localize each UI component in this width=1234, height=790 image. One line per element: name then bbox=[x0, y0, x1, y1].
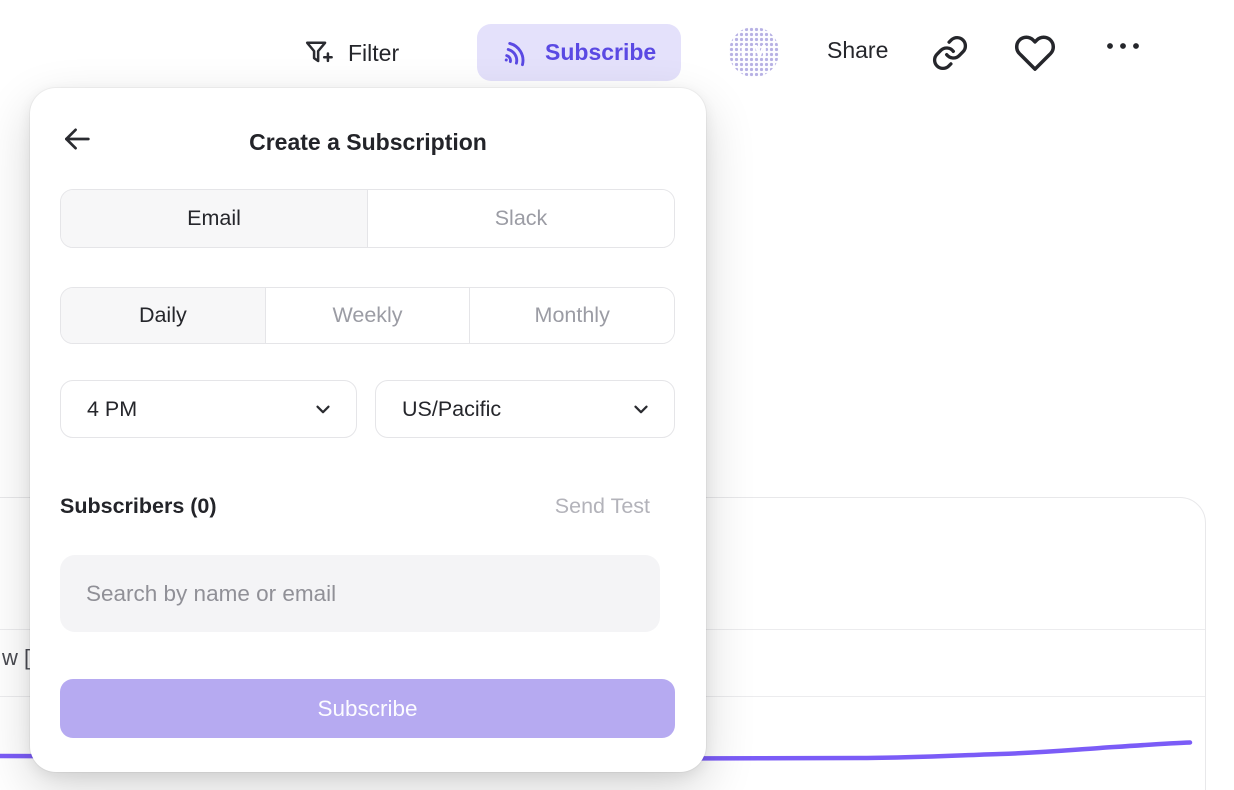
subscribe-submit-button[interactable]: Subscribe bbox=[60, 679, 675, 738]
tab-daily[interactable]: Daily bbox=[61, 288, 265, 343]
subscriber-search-input[interactable] bbox=[60, 555, 660, 632]
modal-title: Create a Subscription bbox=[30, 129, 706, 156]
rss-icon bbox=[499, 34, 535, 70]
ellipsis-icon bbox=[1105, 40, 1141, 52]
time-select-value: 4 PM bbox=[87, 397, 137, 422]
copy-link-button[interactable] bbox=[930, 33, 970, 73]
send-test-button[interactable]: Send Test bbox=[555, 494, 650, 519]
timezone-select[interactable]: US/Pacific bbox=[375, 380, 675, 438]
share-button[interactable]: Share bbox=[827, 37, 888, 64]
link-icon bbox=[930, 33, 970, 73]
page: w [ Filter Subscribe LM Share bbox=[0, 0, 1234, 790]
timezone-select-value: US/Pacific bbox=[402, 397, 501, 422]
frequency-tab-group: Daily Weekly Monthly bbox=[60, 287, 675, 344]
subscribe-toolbar-button[interactable]: Subscribe bbox=[477, 24, 681, 81]
avatar-initials: LM bbox=[741, 42, 768, 63]
channel-tab-group: Email Slack bbox=[60, 189, 675, 248]
tab-email[interactable]: Email bbox=[61, 190, 367, 247]
chevron-down-icon bbox=[630, 398, 652, 420]
subscribers-count-label: Subscribers (0) bbox=[60, 494, 217, 519]
avatar[interactable]: LM bbox=[729, 27, 779, 77]
background-clipped-text: w [ bbox=[2, 645, 30, 671]
subscribe-toolbar-label: Subscribe bbox=[545, 39, 656, 66]
filter-button[interactable]: Filter bbox=[303, 31, 399, 75]
share-label: Share bbox=[827, 37, 888, 64]
tab-weekly[interactable]: Weekly bbox=[265, 288, 470, 343]
favorite-button[interactable] bbox=[1014, 32, 1056, 74]
more-menu-button[interactable] bbox=[1105, 40, 1141, 52]
filter-label: Filter bbox=[348, 40, 399, 67]
filter-plus-icon bbox=[303, 37, 334, 70]
heart-icon bbox=[1014, 32, 1056, 74]
time-select[interactable]: 4 PM bbox=[60, 380, 357, 438]
tab-monthly[interactable]: Monthly bbox=[469, 288, 674, 343]
chevron-down-icon bbox=[312, 398, 334, 420]
create-subscription-modal: Create a Subscription Email Slack Daily … bbox=[30, 88, 706, 772]
tab-slack[interactable]: Slack bbox=[367, 190, 674, 247]
